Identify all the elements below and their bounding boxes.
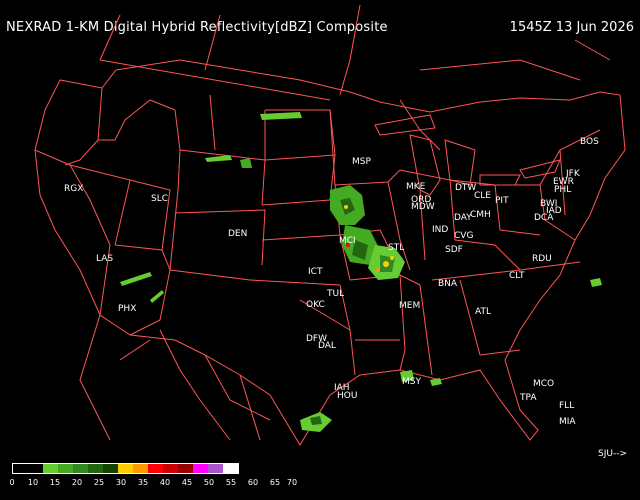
city-label: OKC [306,300,325,310]
city-label: CLT [509,271,525,281]
city-label: FLL [559,401,575,411]
legend-swatch [178,464,193,473]
legend-swatch [133,464,148,473]
city-label: DEN [228,229,248,239]
city-label: DAY [454,213,472,223]
legend-swatch [193,464,208,473]
legend-swatch [163,464,178,473]
legend-tick-label: 20 [71,478,83,487]
city-label: MCI [339,236,356,246]
city-label: CLE [474,191,491,201]
legend-swatch [103,464,118,473]
legend-tick-label: 40 [159,478,171,487]
sju-nav-link[interactable]: SJU--> [598,449,627,459]
city-label: ICT [308,267,323,277]
city-label: PHX [118,304,137,314]
city-label: SDF [445,245,463,255]
city-label: PHL [554,185,572,195]
city-label: CVG [454,231,474,241]
city-label: MSP [352,157,371,167]
city-label: TUL [327,289,345,299]
city-label: RDU [532,254,552,264]
legend-tick-label: 0 [9,478,15,487]
legend-swatch [88,464,103,473]
legend-tick-label: 10 [27,478,39,487]
city-label: BNA [438,279,458,289]
city-label: PIT [495,196,509,206]
legend-swatch [58,464,73,473]
legend-tick-label: 50 [203,478,215,487]
city-label: IND [432,225,449,235]
city-label: ATL [475,307,491,317]
city-label: BOS [580,137,599,147]
legend-tick-label: 70 [286,478,298,487]
city-label: MSY [402,377,421,387]
legend-tick-label: 35 [137,478,149,487]
color-legend-bar [12,463,239,474]
legend-swatch [13,464,28,473]
city-label: HOU [337,391,358,401]
legend-tick-label: 65 [269,478,281,487]
city-label: MIA [559,417,576,427]
city-label: MDW [411,202,435,212]
city-label: MEM [399,301,421,311]
legend-swatch [223,464,238,473]
legend-swatch [43,464,58,473]
legend-swatch [118,464,133,473]
city-label: MKE [406,182,426,192]
city-label: MCO [533,379,555,389]
city-label: RGX [64,184,84,194]
city-label: TPA [520,393,537,403]
city-label: CMH [470,210,491,220]
legend-tick-label: 55 [225,478,237,487]
legend-tick-label: 45 [181,478,193,487]
legend-swatch [28,464,43,473]
city-label: DAL [318,341,336,351]
city-label: SLC [151,194,169,204]
legend-tick-label: 15 [49,478,61,487]
radar-map [34,4,626,446]
legend-swatch [148,464,163,473]
city-label: DCA [534,213,554,223]
city-label: LAS [96,254,114,264]
city-label: DTW [455,183,477,193]
city-label: STL [388,243,405,253]
legend-tick-label: 60 [247,478,259,487]
legend-tick-label: 30 [115,478,127,487]
legend-swatch [208,464,223,473]
legend-tick-label: 25 [93,478,105,487]
legend-swatch [73,464,88,473]
